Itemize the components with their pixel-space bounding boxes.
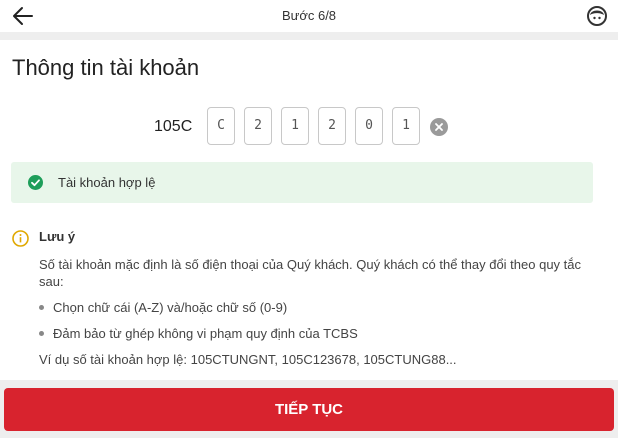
validation-banner: Tài khoản hợp lệ bbox=[11, 162, 593, 203]
account-digit-input[interactable]: C bbox=[207, 107, 235, 145]
account-prefix: 105C bbox=[154, 118, 193, 135]
top-bar: Bước 6/8 bbox=[0, 0, 618, 32]
step-indicator: Bước 6/8 bbox=[281, 8, 337, 23]
clear-button[interactable] bbox=[430, 118, 448, 136]
note-title: Lưu ý bbox=[39, 229, 76, 244]
example-text: Ví dụ số tài khoản hợp lệ: 105CTUNGNT, 1… bbox=[39, 352, 457, 367]
note-body: Số tài khoản mặc định là số điện thoại c… bbox=[39, 257, 582, 289]
validation-message: Tài khoản hợp lệ bbox=[58, 175, 156, 190]
bullet-dot bbox=[39, 305, 44, 311]
support-button[interactable] bbox=[585, 4, 609, 28]
clear-circle-icon bbox=[435, 123, 443, 131]
account-digit-input[interactable]: 0 bbox=[355, 107, 383, 145]
support-agent-icon bbox=[587, 6, 607, 26]
account-digit-input[interactable]: 2 bbox=[318, 107, 346, 145]
check-circle-icon bbox=[28, 175, 43, 190]
rule-text: Đảm bảo từ ghép không vi phạm quy định c… bbox=[53, 326, 358, 341]
bullet-dot bbox=[39, 331, 44, 337]
account-digit-input[interactable]: 2 bbox=[244, 107, 272, 145]
account-number-row: 105C C 2 1 2 0 1 bbox=[0, 107, 618, 147]
rule-item: Đảm bảo từ ghép không vi phạm quy định c… bbox=[39, 326, 358, 341]
account-info-card: Thông tin tài khoản 105C C 2 1 2 0 1 Tài… bbox=[0, 40, 618, 380]
account-digit-input[interactable]: 1 bbox=[392, 107, 420, 145]
rule-text: Chọn chữ cái (A-Z) và/hoặc chữ số (0-9) bbox=[53, 300, 288, 315]
info-circle-icon bbox=[12, 230, 29, 247]
continue-button[interactable]: TIẾP TỤC bbox=[4, 388, 614, 431]
page-title: Thông tin tài khoản bbox=[12, 55, 200, 80]
account-digit-input[interactable]: 1 bbox=[281, 107, 309, 145]
rule-item: Chọn chữ cái (A-Z) và/hoặc chữ số (0-9) bbox=[39, 300, 287, 315]
